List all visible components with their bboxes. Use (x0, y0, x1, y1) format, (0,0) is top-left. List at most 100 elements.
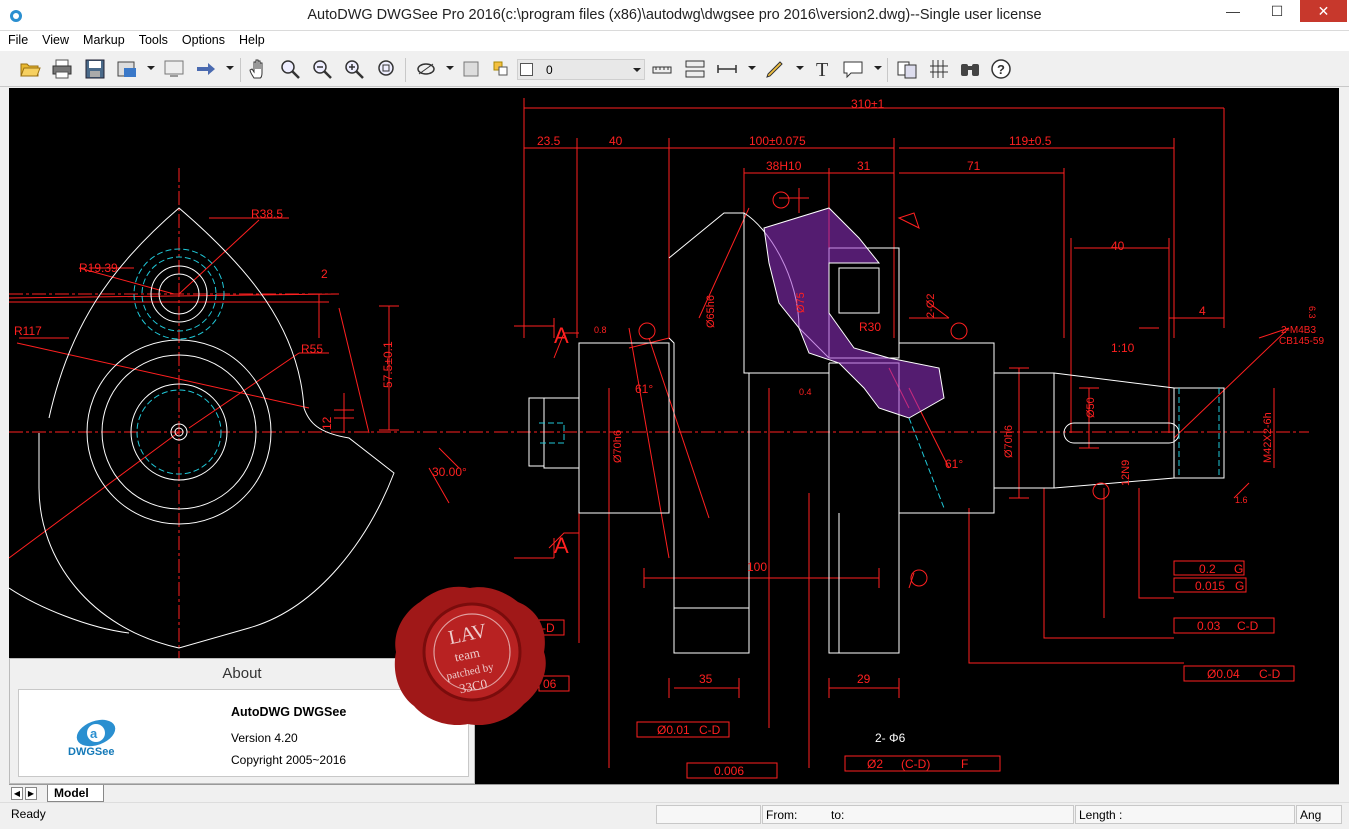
export-icon[interactable] (114, 56, 140, 82)
status-angle: Ang (1296, 805, 1342, 824)
wax-seal-icon: LAV team patched by 33C0 (394, 586, 546, 726)
thread-m42: M42X2-6h (1262, 412, 1274, 463)
zoom-out-icon[interactable] (309, 56, 335, 82)
section-label-a-bottom: A (554, 533, 569, 558)
dia-70h6-left: Ø70h6 (612, 430, 624, 463)
tol-0-03: 0.03 (1197, 619, 1221, 633)
chevron-down-icon (633, 68, 641, 72)
tab-model[interactable]: Model (47, 785, 104, 802)
tol-datum-cd-4: (C-D) (901, 757, 930, 771)
dimension-icon[interactable] (714, 56, 740, 82)
tol-datum-cd-2: C-D (1259, 667, 1281, 681)
roughness-6-3: 6.3 (1307, 306, 1317, 319)
comment-icon[interactable] (840, 56, 866, 82)
dim-23-5: 23.5 (537, 134, 561, 148)
menu-file[interactable]: File (0, 31, 34, 47)
dim-310: 310±1 (851, 97, 885, 111)
maximize-button[interactable]: ☐ (1257, 0, 1297, 22)
layout-tab-bar: ◀ ▶ Model (9, 784, 1339, 802)
dim-119: 119±0.5 (1009, 134, 1052, 148)
zoom-extents-icon[interactable] (373, 56, 399, 82)
dim-61-deg-right: 61° (945, 457, 963, 471)
dim-4: 4 (1199, 304, 1206, 318)
find-icon[interactable] (957, 56, 983, 82)
open-icon[interactable] (17, 56, 43, 82)
layer-color-icon[interactable] (488, 56, 514, 82)
dim-100: 100±0.075 (749, 134, 806, 148)
tol-phi-0-01: Ø0.01 (657, 723, 690, 737)
layer-dropdown-arrow[interactable] (446, 66, 454, 70)
dim-40-right: 40 (1111, 239, 1125, 253)
export-dropdown-arrow[interactable] (147, 66, 155, 70)
logo-text: DWGSee (68, 746, 115, 758)
menu-options[interactable]: Options (174, 31, 231, 47)
layer-icon[interactable] (413, 56, 439, 82)
dimension-dropdown-arrow[interactable] (748, 66, 756, 70)
tab-next-button[interactable]: ▶ (25, 787, 37, 800)
tol-datum-cd-3: C-D (699, 723, 721, 737)
measure-area-icon[interactable] (682, 56, 708, 82)
dia-2-phi2: 2-Ø2 (925, 294, 937, 318)
menu-tools[interactable]: Tools (131, 31, 174, 47)
section-label-a-top: A (554, 323, 569, 348)
measure-distance-icon[interactable] (649, 56, 675, 82)
dim-r38-5: R38.5 (251, 207, 283, 221)
window-frame-left (0, 88, 9, 802)
screen-icon[interactable] (161, 56, 187, 82)
svg-text:?: ? (997, 62, 1005, 77)
arrow-dropdown-arrow[interactable] (226, 66, 234, 70)
layer-color-swatch (520, 63, 533, 76)
pen-icon[interactable] (762, 56, 788, 82)
toolbar: 0 T ? (0, 51, 1349, 87)
dim-61-deg-left: 61° (635, 382, 653, 396)
save-icon[interactable] (82, 56, 108, 82)
svg-text:T: T (816, 59, 828, 80)
dim-30-deg: 30.00° (432, 465, 467, 479)
print-icon[interactable] (49, 56, 75, 82)
dim-38h10: 38H10 (766, 159, 802, 173)
tol-0-006: 0.006 (714, 764, 744, 778)
menu-help[interactable]: Help (231, 31, 271, 47)
dim-57-5: 57.5±0.1 (381, 341, 395, 388)
roughness-0-8-a: 0.8 (594, 325, 607, 335)
svg-text:a: a (90, 726, 98, 741)
comment-dropdown-arrow[interactable] (874, 66, 882, 70)
menu-markup[interactable]: Markup (75, 31, 131, 47)
dim-r55: R55 (301, 342, 323, 356)
tab-prev-button[interactable]: ◀ (11, 787, 23, 800)
arrow-icon[interactable] (193, 56, 219, 82)
pan-hand-icon[interactable] (246, 56, 272, 82)
tol-datum-cd-1: C-D (1237, 619, 1259, 633)
tol-phi-2: Ø2 (867, 757, 883, 771)
zoom-in-icon[interactable] (341, 56, 367, 82)
dia-75: Ø75 (795, 292, 807, 313)
menu-bar: File View Markup Tools Options Help (0, 31, 1349, 51)
roughness-1-6: 1.6 (1235, 495, 1248, 505)
layer-select-value: 0 (546, 63, 553, 77)
dim-40: 40 (609, 134, 623, 148)
zoom-window-icon[interactable] (277, 56, 303, 82)
close-button[interactable]: ✕ (1300, 0, 1347, 22)
status-bar: Ready From: to: Length : Ang (0, 802, 1349, 829)
about-copyright: Copyright 2005~2016 (231, 753, 347, 767)
roughness-0-4: 0.4 (799, 387, 812, 397)
dim-r30: R30 (859, 320, 881, 334)
pen-dropdown-arrow[interactable] (796, 66, 804, 70)
compare-icon[interactable] (894, 56, 920, 82)
menu-view[interactable]: View (34, 31, 75, 47)
dia-65h6: Ø65h6 (705, 295, 717, 328)
status-from-to-panel: From: to: (762, 805, 1074, 824)
dim-71: 71 (967, 159, 981, 173)
toolbar-separator (887, 58, 888, 82)
status-from-label: From: (766, 808, 798, 822)
toolbar-separator (405, 58, 406, 82)
dim-r19-39: R19.39 (79, 261, 118, 275)
dia-70h6-right: Ø70h6 (1003, 425, 1015, 458)
help-icon[interactable]: ? (988, 56, 1014, 82)
layer-state-icon[interactable] (458, 56, 484, 82)
minimize-button[interactable]: — (1213, 0, 1253, 22)
layer-select[interactable]: 0 (517, 59, 645, 80)
dim-12: 12 (320, 416, 334, 430)
text-icon[interactable]: T (810, 56, 836, 82)
hatch-icon[interactable] (926, 56, 952, 82)
